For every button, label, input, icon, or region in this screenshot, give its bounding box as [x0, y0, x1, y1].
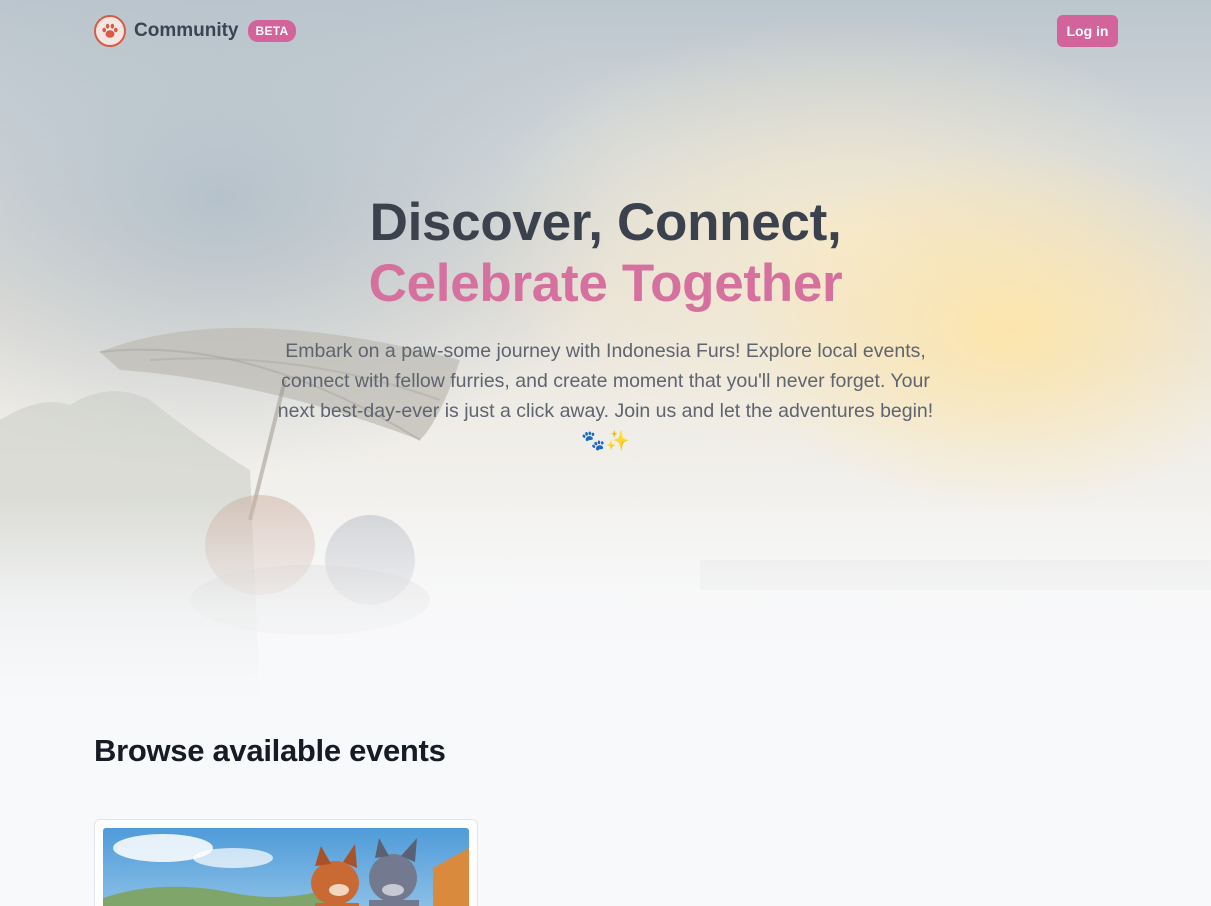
hero-title-line-2: Celebrate Together — [368, 254, 843, 313]
beta-badge: BETA — [247, 20, 297, 42]
hero-title: Discover, Connect, Celebrate Together — [0, 192, 1211, 314]
brand[interactable]: Community BETA — [94, 15, 297, 47]
hero-title-line-1: Discover, Connect, — [369, 193, 842, 252]
brand-name: Community — [134, 20, 239, 41]
top-navbar: Community BETA Log in — [94, 14, 1118, 48]
event-cover-image[interactable] — [103, 828, 469, 906]
hero-fade-overlay — [0, 500, 1211, 700]
paw-icon — [94, 15, 126, 47]
login-button[interactable]: Log in — [1057, 15, 1118, 47]
event-card[interactable] — [94, 819, 478, 906]
hero-subtitle: Embark on a paw-some journey with Indone… — [277, 340, 934, 452]
events-heading: Browse available events — [94, 733, 446, 768]
hero-content: Discover, Connect, Celebrate Together Em… — [0, 192, 1211, 456]
